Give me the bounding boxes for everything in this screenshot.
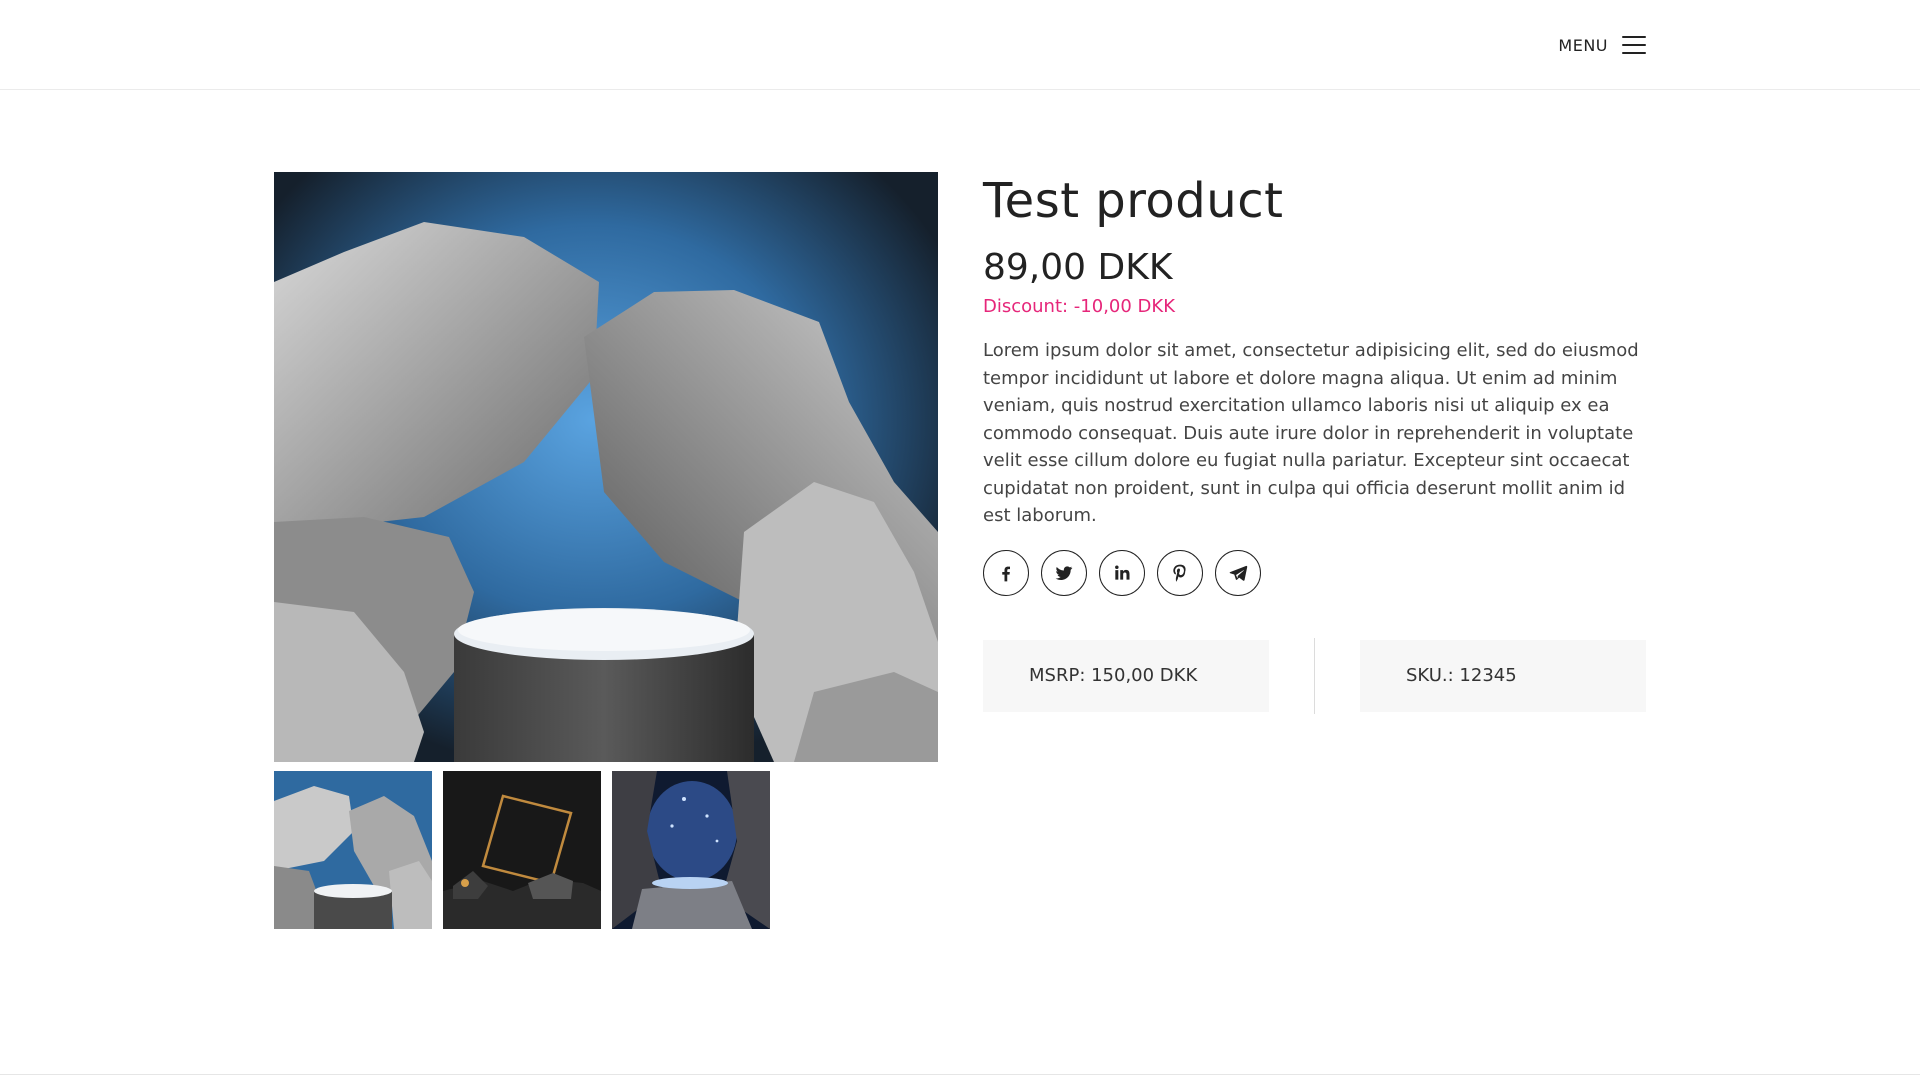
thumbnail-night-cave-image bbox=[612, 771, 770, 929]
thumbnail-golden-frame-image bbox=[443, 771, 601, 929]
thumbnail-golden-frame[interactable] bbox=[443, 771, 601, 929]
product-price: 89,00 DKK bbox=[983, 247, 1173, 288]
meta-divider bbox=[1314, 637, 1315, 714]
msrp-box: MSRP: 150,00 DKK bbox=[983, 639, 1269, 712]
product-main-image[interactable] bbox=[274, 172, 938, 762]
telegram-icon bbox=[1229, 565, 1248, 581]
sku-box: SKU.: 12345 bbox=[1360, 639, 1646, 712]
hamburger-icon bbox=[1622, 36, 1646, 54]
product-info: Test product 89,00 DKK Discount: -10,00 … bbox=[983, 172, 1647, 714]
sku-value: SKU.: 12345 bbox=[1406, 665, 1517, 686]
product-discount: Discount: -10,00 DKK bbox=[983, 296, 1176, 317]
thumbnail-night-cave[interactable] bbox=[612, 771, 770, 929]
thumbnail-stones-podium-image bbox=[274, 771, 432, 929]
thumbnail-stones-podium[interactable] bbox=[274, 771, 432, 929]
share-twitter-button[interactable] bbox=[1041, 549, 1087, 596]
share-linkedin-button[interactable] bbox=[1099, 549, 1145, 596]
product-title: Test product bbox=[983, 173, 1284, 229]
share-facebook-button[interactable] bbox=[983, 549, 1029, 596]
site-header: MENU bbox=[0, 0, 1920, 90]
stone-podium-image bbox=[274, 172, 938, 762]
share-buttons bbox=[983, 549, 1647, 596]
menu-label: MENU bbox=[1558, 35, 1608, 55]
menu-toggle-button[interactable]: MENU bbox=[1558, 30, 1646, 60]
twitter-icon bbox=[1055, 565, 1073, 580]
share-telegram-button[interactable] bbox=[1215, 549, 1261, 596]
msrp-value: MSRP: 150,00 DKK bbox=[1029, 665, 1198, 686]
product-meta: MSRP: 150,00 DKK SKU.: 12345 bbox=[983, 637, 1647, 714]
thumbnail-strip bbox=[274, 771, 770, 929]
footer-divider bbox=[0, 1074, 1920, 1075]
linkedin-icon bbox=[1115, 565, 1130, 580]
facebook-icon bbox=[1002, 566, 1010, 581]
share-pinterest-button[interactable] bbox=[1157, 549, 1203, 596]
product-description: Lorem ipsum dolor sit amet, consectetur … bbox=[983, 340, 1639, 526]
pinterest-icon bbox=[1173, 564, 1186, 582]
